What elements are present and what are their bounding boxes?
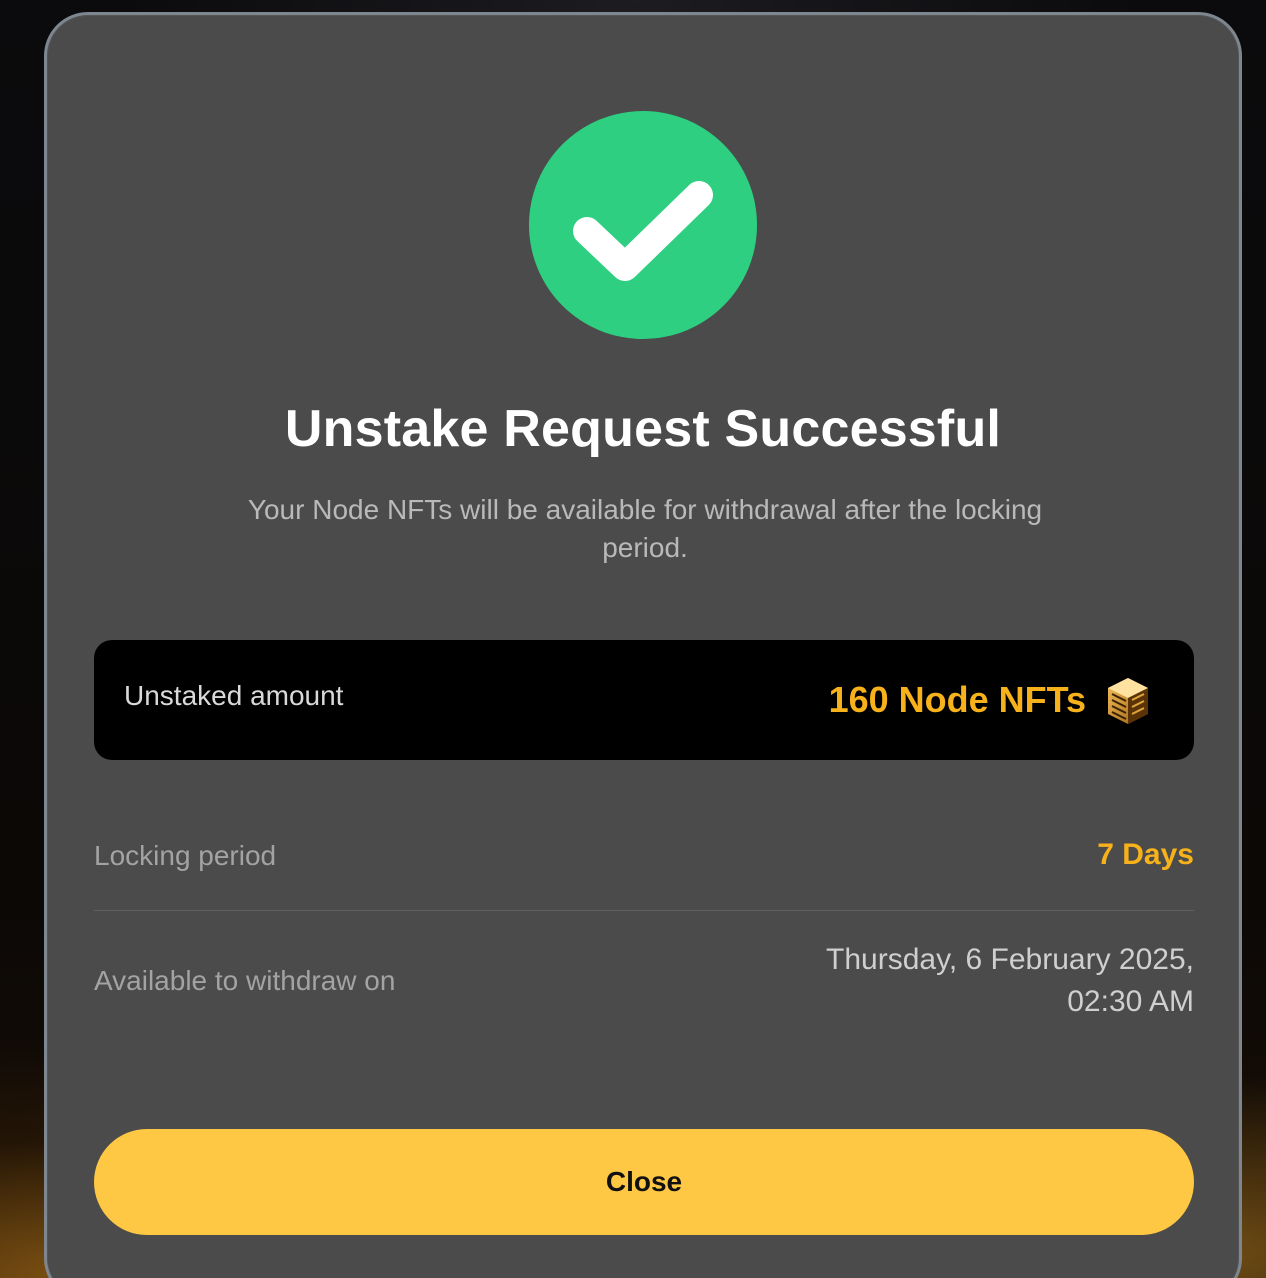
dialog-title: Unstake Request Successful [284,400,1002,458]
success-badge [529,111,757,339]
checkmark-icon [573,181,713,281]
locking-period-value: 7 Days [1097,838,1194,871]
locking-period-row: Locking period 7 Days [94,830,1194,911]
withdraw-date-label: Available to withdraw on [94,965,396,996]
withdraw-date: Thursday, 6 February 2025, [826,943,1194,976]
withdraw-time: 02:30 AM [1067,985,1194,1018]
withdraw-date-row: Available to withdraw on Thursday, 6 Feb… [94,935,1194,1035]
withdraw-date-value: Thursday, 6 February 2025, 02:30 AM [634,939,1194,1023]
unstaked-amount-value: 160 Node NFTs [828,679,1086,720]
locking-period-label: Locking period [94,840,277,871]
unstaked-amount-label: Unstaked amount [124,680,344,711]
unstake-success-dialog: Unstake Request Successful Your Node NFT… [44,12,1242,1278]
node-nft-icon [1108,678,1148,724]
close-button[interactable]: Close [94,1129,1194,1235]
dialog-subtitle: Your Node NFTs will be available for wit… [247,494,1043,563]
unstaked-amount-card: Unstaked amount 160 Node NFTs [94,640,1194,760]
unstaked-amount: 160 Node NFTs [829,674,1154,726]
